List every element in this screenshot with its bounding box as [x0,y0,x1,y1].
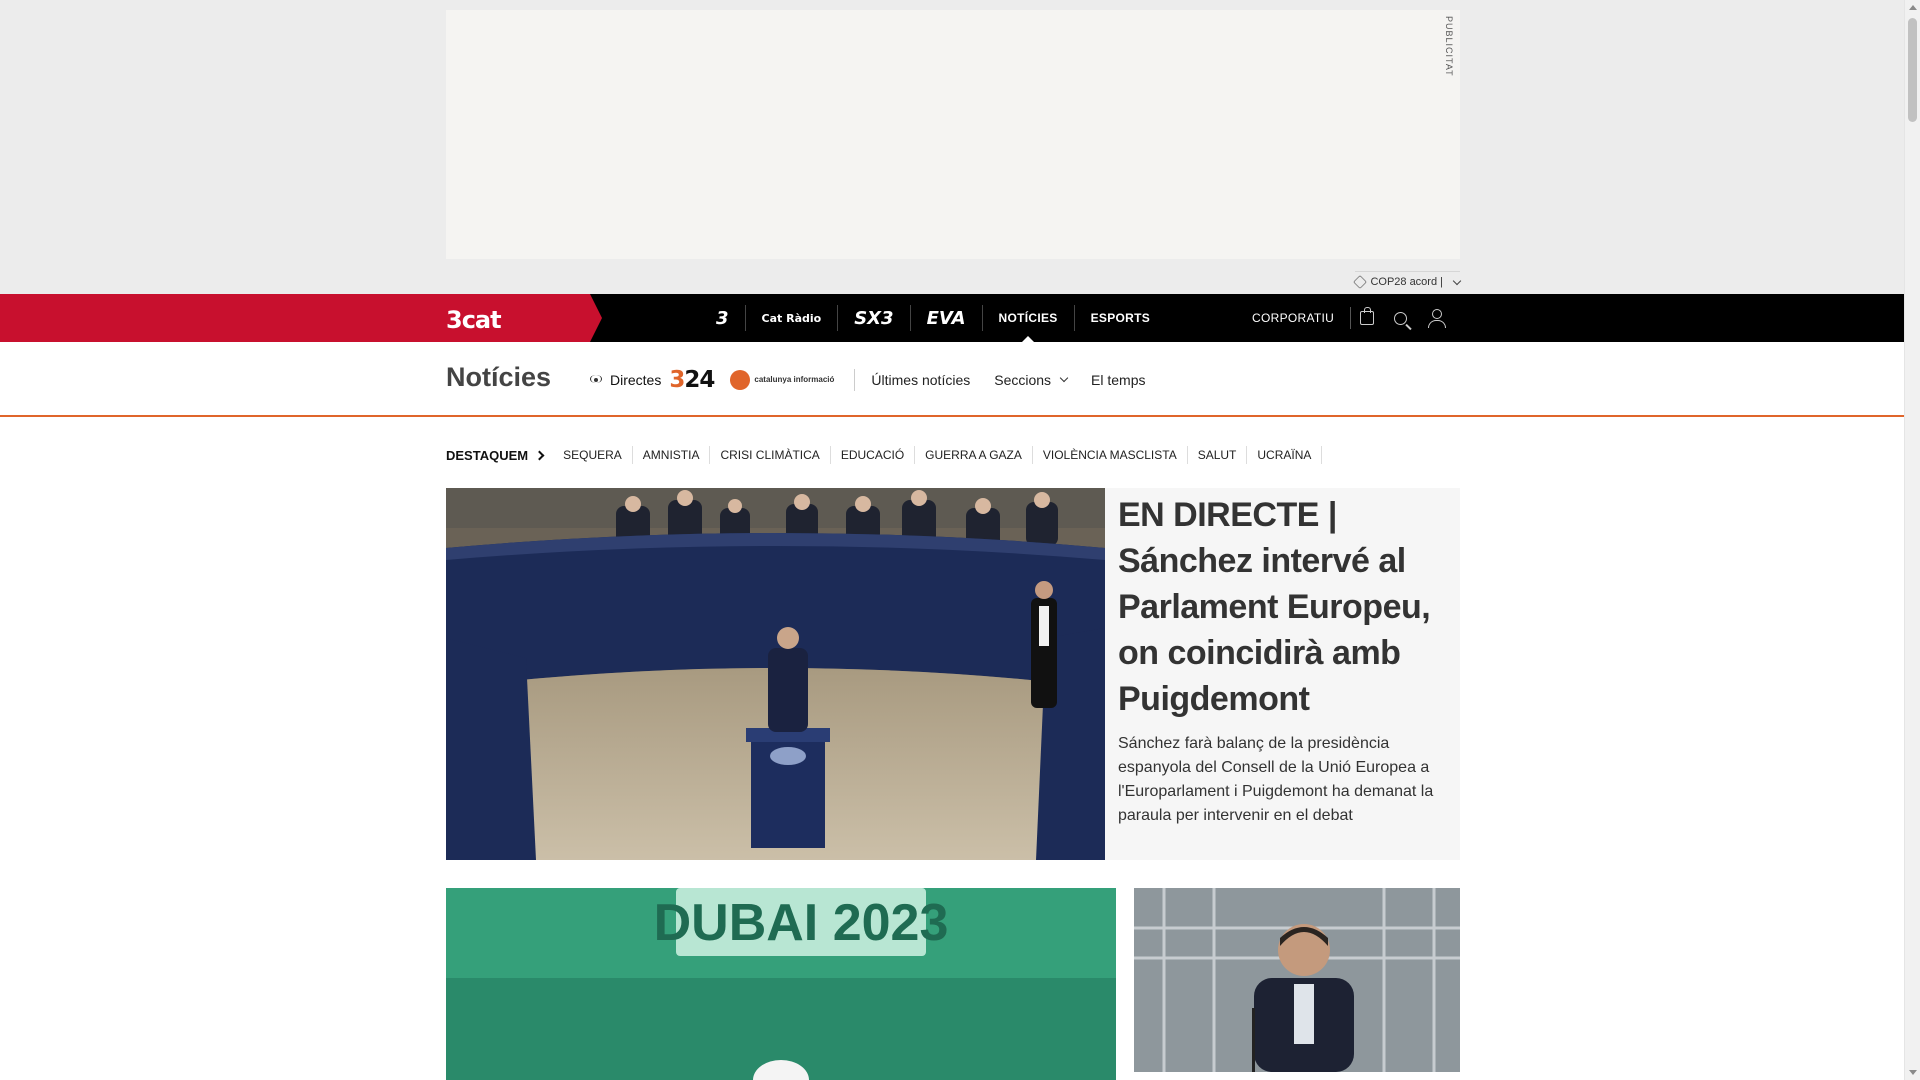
page: PUBLICITAT COP28 acord | 3cat 3 Cat Ràdi… [0,0,1904,1080]
vertical-scrollbar[interactable] [1904,0,1920,1080]
channel-sx3-logo[interactable]: SX3 [838,305,911,331]
catinfo-label: catalunya informació [754,374,835,384]
article-card-cop28[interactable]: DUBAI 2023 [446,888,1116,1080]
corporate-area: CORPORATIU [1252,294,1352,342]
shopping-bag-icon[interactable] [1360,307,1374,325]
nav-noticies[interactable]: NOTÍCIES [983,305,1075,331]
channel-list: 3 Cat Ràdio SX3 EVA NOTÍCIES ESPORTS [700,294,1166,342]
hero-text: EN DIRECTE | Sánchez intervé al Parlamen… [1118,492,1448,828]
hero-article[interactable]: EN DIRECTE | Sánchez intervé al Parlamen… [446,488,1460,860]
politician-photo [1134,888,1460,1072]
divider [854,368,856,391]
ad-tag-dropdown[interactable]: COP28 acord | [1353,271,1462,290]
channel-eva-logo[interactable]: EVA [911,305,983,331]
highlight-sequera[interactable]: SEQUERA [553,446,633,464]
link-el-temps[interactable]: El temps [1091,372,1145,388]
ad-zone: PUBLICITAT COP28 acord | [0,0,1904,294]
hero-summary: Sánchez farà balanç de la presidència es… [1118,735,1434,824]
catinfo-mark [730,369,751,390]
article-card-aragones[interactable] [1134,888,1460,1072]
link-ultimes-noticies[interactable]: Últimes notícies [871,372,970,388]
hero-image[interactable] [446,488,1105,860]
brand-logo[interactable]: 3cat [446,306,502,334]
live-link[interactable]: Directes [590,372,661,388]
highlight-salut[interactable]: SALUT [1188,446,1248,464]
highlights-title[interactable]: DESTAQUEM [446,447,545,463]
logo-324-digits: 24 [684,366,715,393]
tag-icon [1353,274,1368,290]
chevron-right-icon [534,450,545,460]
highlight-crisi-climatica[interactable]: CRISI CLIMÀTICA [710,446,831,464]
highlight-violencia-masclista[interactable]: VIOLÈNCIA MASCLISTA [1033,446,1188,464]
highlight-educacio[interactable]: EDUCACIÓ [831,446,916,464]
ad-tag-label: COP28 acord | [1370,276,1443,288]
scroll-up-arrow-icon[interactable] [1909,5,1917,10]
logo-324[interactable]: 324 [669,366,715,393]
highlights-bar: DESTAQUEM SEQUERA AMNISTIA CRISI CLIMÀTI… [446,444,1323,466]
chevron-down-icon [1059,373,1069,382]
highlight-ucraina[interactable]: UCRAÏNA [1247,446,1323,464]
dubai-banner-text: DUBAI 2023 [654,894,949,952]
section-navigation: Notícies Directes 324 catalunya informac… [0,342,1904,417]
logo-catalunya-informacio[interactable]: catalunya informació [730,369,835,390]
ad-label: PUBLICITAT [1444,16,1454,77]
highlight-amnistia[interactable]: AMNISTIA [633,446,711,464]
divider [1350,307,1352,329]
seccions-dropdown[interactable]: Seccions [994,371,1069,388]
ad-banner[interactable]: PUBLICITAT [446,10,1460,259]
live-label: Directes [610,371,662,388]
top-icons [1360,294,1446,342]
seccions-label: Seccions [994,371,1052,388]
search-icon[interactable] [1394,311,1407,325]
channel-3-logo[interactable]: 3 [700,305,746,331]
scroll-down-arrow-icon[interactable] [1909,1070,1917,1075]
top-navigation-bar: 3cat 3 Cat Ràdio SX3 EVA NOTÍCIES ESPORT… [0,294,1904,342]
dubai-photo: DUBAI 2023 [446,888,1116,1080]
highlight-guerra-gaza[interactable]: GUERRA A GAZA [915,446,1033,464]
nav-corporatiu[interactable]: CORPORATIU [1252,311,1334,325]
user-icon[interactable] [1427,309,1446,328]
channel-catradio-logo[interactable]: Cat Ràdio [746,305,839,331]
nav-esports[interactable]: ESPORTS [1075,305,1166,331]
live-broadcast-icon [590,374,602,386]
hero-headline[interactable]: EN DIRECTE | Sánchez intervé al Parlamen… [1118,492,1448,722]
chevron-down-icon [1452,276,1462,285]
scrollbar-thumb[interactable] [1908,18,1917,122]
highlights-label: DESTAQUEM [446,447,529,463]
section-items: Directes 324 catalunya informació Últime… [590,342,1170,417]
parliament-photo [446,488,1105,860]
section-title[interactable]: Notícies [446,362,551,393]
logo-324-three: 3 [669,366,685,393]
brand-area [0,294,602,342]
